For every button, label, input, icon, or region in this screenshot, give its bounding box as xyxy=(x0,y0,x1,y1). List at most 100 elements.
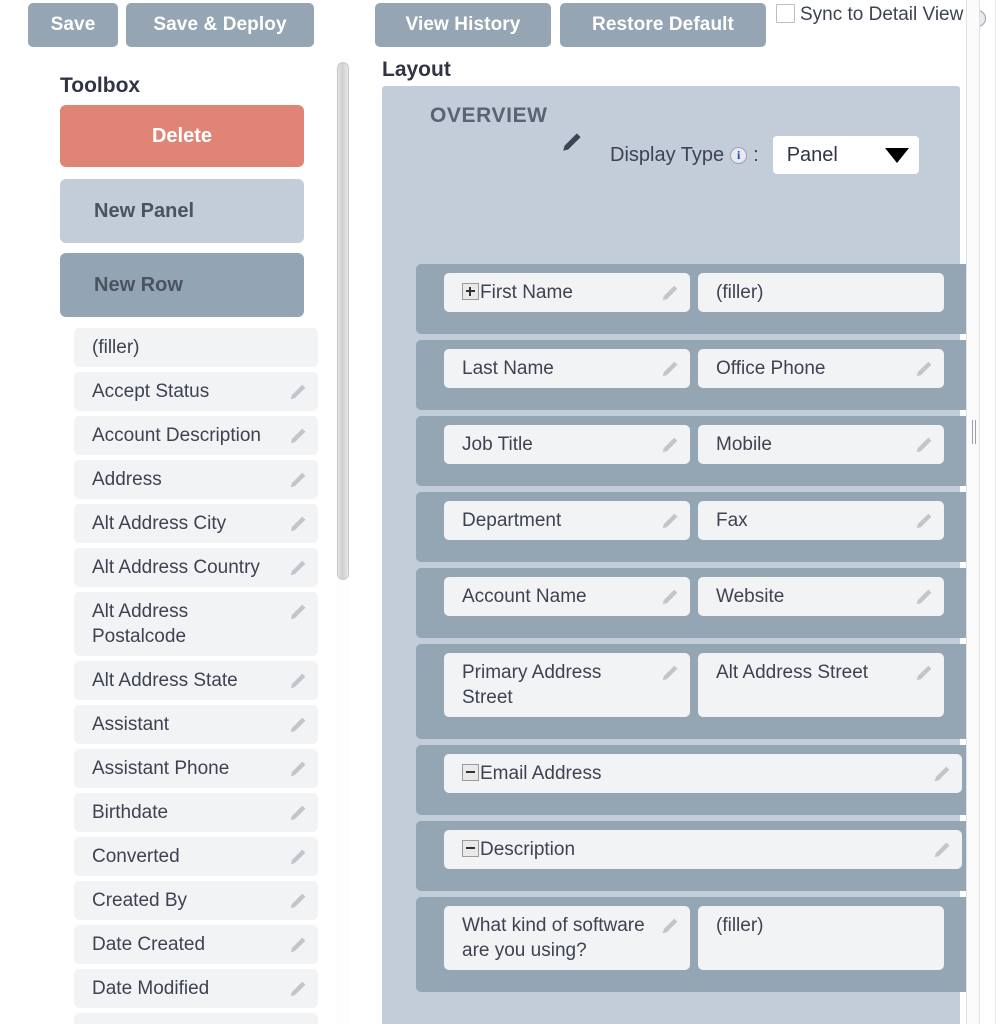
layout-row[interactable]: What kind of software are you using? (fil… xyxy=(416,897,972,992)
toolbox-field-item[interactable]: Do Not Call xyxy=(74,1013,318,1024)
edit-pencil-icon[interactable] xyxy=(288,757,310,779)
layout-field-cell[interactable]: Department xyxy=(444,501,690,540)
layout-field-cell[interactable]: Website xyxy=(698,577,944,616)
layout-field-cell[interactable]: Mobile xyxy=(698,425,944,464)
edit-pencil-icon[interactable] xyxy=(288,669,310,691)
delete-dropzone-button[interactable]: Delete xyxy=(60,105,304,167)
layout-field-cell[interactable]: First Name xyxy=(444,273,690,312)
expand-plus-icon[interactable] xyxy=(462,283,479,300)
edit-pencil-icon[interactable] xyxy=(288,889,310,911)
layout-field-cell[interactable]: Email Address xyxy=(444,754,962,793)
toolbox-field-list: (filler) Accept Status Account Description… xyxy=(74,328,318,1024)
splitter-grip-icon xyxy=(971,420,977,444)
toolbox-field-item[interactable]: Alt Address City xyxy=(74,504,318,543)
edit-pencil-icon[interactable] xyxy=(660,357,682,379)
collapse-minus-icon[interactable] xyxy=(462,764,479,781)
toolbox-field-item[interactable]: Alt Address Postalcode xyxy=(74,592,318,656)
edit-pencil-icon[interactable] xyxy=(914,585,936,607)
toolbox-field-item[interactable]: Created By xyxy=(74,881,318,920)
toolbox-field-item[interactable]: Birthdate xyxy=(74,793,318,832)
panel-title: OVERVIEW xyxy=(430,104,548,127)
sync-to-detail-view-checkbox[interactable] xyxy=(776,4,795,23)
edit-pencil-icon[interactable] xyxy=(660,661,682,683)
layout-field-cell[interactable]: Office Phone xyxy=(698,349,944,388)
layout-field-label: Fax xyxy=(716,510,748,531)
layout-row[interactable]: Account Name Website xyxy=(416,568,972,638)
edit-pencil-icon[interactable] xyxy=(660,585,682,607)
layout-row[interactable]: Job Title Mobile xyxy=(416,416,972,486)
edit-pencil-icon[interactable] xyxy=(288,713,310,735)
edit-pencil-icon[interactable] xyxy=(288,512,310,534)
toolbox-field-item[interactable]: Account Description xyxy=(74,416,318,455)
edit-pencil-icon[interactable] xyxy=(288,801,310,823)
view-history-button[interactable]: View History xyxy=(375,3,551,47)
edit-pencil-icon[interactable] xyxy=(914,433,936,455)
layout-field-cell[interactable]: Alt Address Street xyxy=(698,653,944,717)
edit-pencil-icon[interactable] xyxy=(914,509,936,531)
layout-field-label: Mobile xyxy=(716,434,772,455)
layout-field-cell[interactable]: Fax xyxy=(698,501,944,540)
layout-section-label: Layout xyxy=(382,58,451,81)
edit-pencil-icon[interactable] xyxy=(660,433,682,455)
edit-pencil-icon[interactable] xyxy=(288,380,310,402)
toolbox-field-item[interactable]: Address xyxy=(74,460,318,499)
display-type-info-icon[interactable]: i xyxy=(730,146,748,164)
edit-pencil-icon[interactable] xyxy=(932,838,954,860)
layout-field-cell[interactable]: (filler) xyxy=(698,906,944,970)
layout-row[interactable]: Description xyxy=(416,821,972,891)
save-button[interactable]: Save xyxy=(28,3,118,47)
layout-field-label: Account Name xyxy=(462,586,587,607)
edit-pencil-icon[interactable] xyxy=(288,424,310,446)
layout-row[interactable]: Primary Address Street Alt Address Street xyxy=(416,644,972,739)
toolbox-field-item[interactable]: (filler) xyxy=(74,328,318,367)
layout-row[interactable]: First Name (filler) xyxy=(416,264,972,334)
restore-default-button[interactable]: Restore Default xyxy=(560,3,766,47)
panel-edit-pencil-icon[interactable] xyxy=(560,128,586,154)
top-toolbar: Save Save & Deploy View History Restore … xyxy=(0,0,1003,52)
toolbox-field-item[interactable]: Date Created xyxy=(74,925,318,964)
layout-row[interactable]: Department Fax xyxy=(416,492,972,562)
toolbox-field-item[interactable]: Assistant Phone xyxy=(74,749,318,788)
layout-field-cell[interactable]: Description xyxy=(444,830,962,869)
layout-field-label: First Name xyxy=(480,282,573,303)
layout-field-cell[interactable]: (filler) xyxy=(698,273,944,312)
edit-pencil-icon[interactable] xyxy=(932,762,954,784)
layout-row[interactable]: Last Name Office Phone xyxy=(416,340,972,410)
new-row-button[interactable]: New Row xyxy=(60,253,304,317)
layout-row[interactable]: Email Address xyxy=(416,745,972,815)
edit-pencil-icon[interactable] xyxy=(288,468,310,490)
edit-pencil-icon[interactable] xyxy=(660,914,682,936)
toolbox-field-item[interactable]: Alt Address Country xyxy=(74,548,318,587)
layout-field-cell[interactable]: Job Title xyxy=(444,425,690,464)
layout-field-label: Office Phone xyxy=(716,358,826,379)
edit-pencil-icon[interactable] xyxy=(288,977,310,999)
toolbox-field-label: Date Created xyxy=(92,934,206,955)
layout-field-cell[interactable]: Account Name xyxy=(444,577,690,616)
toolbox-field-label: Accept Status xyxy=(92,381,210,402)
layout-field-cell[interactable]: What kind of software are you using? xyxy=(444,906,690,970)
toolbox-field-item[interactable]: Assistant xyxy=(74,705,318,744)
display-type-control: Display Type i : Panel xyxy=(610,136,919,174)
panel-splitter[interactable] xyxy=(966,0,980,1024)
layout-field-cell[interactable]: Last Name xyxy=(444,349,690,388)
edit-pencil-icon[interactable] xyxy=(288,600,310,622)
display-type-select[interactable]: Panel xyxy=(772,136,919,174)
edit-pencil-icon[interactable] xyxy=(288,556,310,578)
toolbox-field-item[interactable]: Converted xyxy=(74,837,318,876)
collapse-minus-icon[interactable] xyxy=(462,840,479,857)
edit-pencil-icon[interactable] xyxy=(914,661,936,683)
toolbox-field-item[interactable]: Date Modified xyxy=(74,969,318,1008)
edit-pencil-icon[interactable] xyxy=(660,509,682,531)
edit-pencil-icon[interactable] xyxy=(288,933,310,955)
toolbox-field-item[interactable]: Alt Address State xyxy=(74,661,318,700)
layout-field-cell[interactable]: Primary Address Street xyxy=(444,653,690,717)
toolbox-title: Toolbox xyxy=(60,74,141,97)
sidebar-scrollbar-thumb[interactable] xyxy=(337,62,349,580)
save-and-deploy-button[interactable]: Save & Deploy xyxy=(126,3,314,47)
toolbox-field-item[interactable]: Accept Status xyxy=(74,372,318,411)
edit-pencil-icon[interactable] xyxy=(288,845,310,867)
layout-field-label: Department xyxy=(462,510,562,531)
edit-pencil-icon[interactable] xyxy=(914,357,936,379)
new-panel-button[interactable]: New Panel xyxy=(60,179,304,243)
edit-pencil-icon[interactable] xyxy=(660,281,682,303)
